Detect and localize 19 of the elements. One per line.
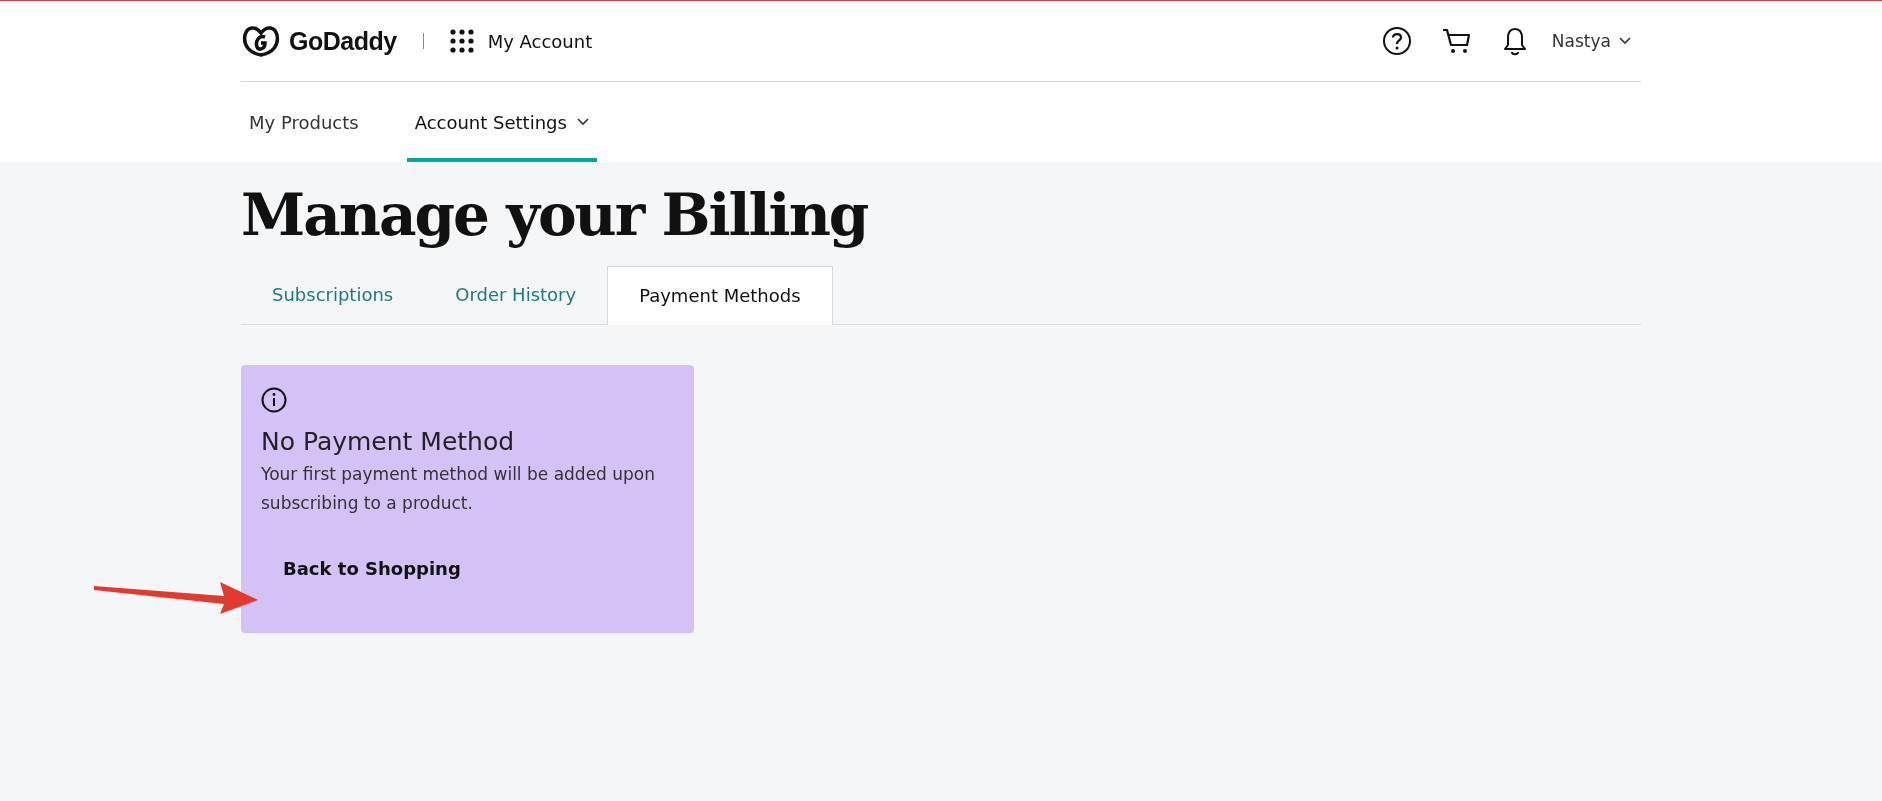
nav-tab[interactable]: Account Settings	[406, 86, 597, 162]
cart-icon[interactable]	[1441, 27, 1472, 55]
tab[interactable]: Subscriptions	[241, 265, 425, 324]
info-icon	[261, 386, 287, 413]
notice-title: No Payment Method	[261, 426, 516, 456]
tab[interactable]: Payment Methods	[607, 265, 833, 325]
back-to-shopping-button[interactable]: Back to Shopping	[283, 557, 461, 579]
nav-tab[interactable]: My Products	[241, 86, 367, 162]
page-title: Manage your Billing	[241, 184, 869, 248]
brand-name[interactable]: GoDaddy	[289, 26, 397, 56]
chevron-down-icon	[1619, 37, 1631, 45]
bell-icon[interactable]	[1501, 26, 1528, 56]
logo-icon[interactable]	[241, 23, 281, 59]
app-name[interactable]: My Account	[487, 30, 593, 52]
tab[interactable]: Order History	[424, 265, 608, 324]
help-icon[interactable]	[1381, 26, 1412, 56]
notice-message: Your first payment method will be added upon subscribing to a product.	[261, 462, 657, 515]
apps-grid-icon[interactable]	[449, 29, 474, 53]
user-menu[interactable]: Nastya	[1551, 31, 1631, 51]
